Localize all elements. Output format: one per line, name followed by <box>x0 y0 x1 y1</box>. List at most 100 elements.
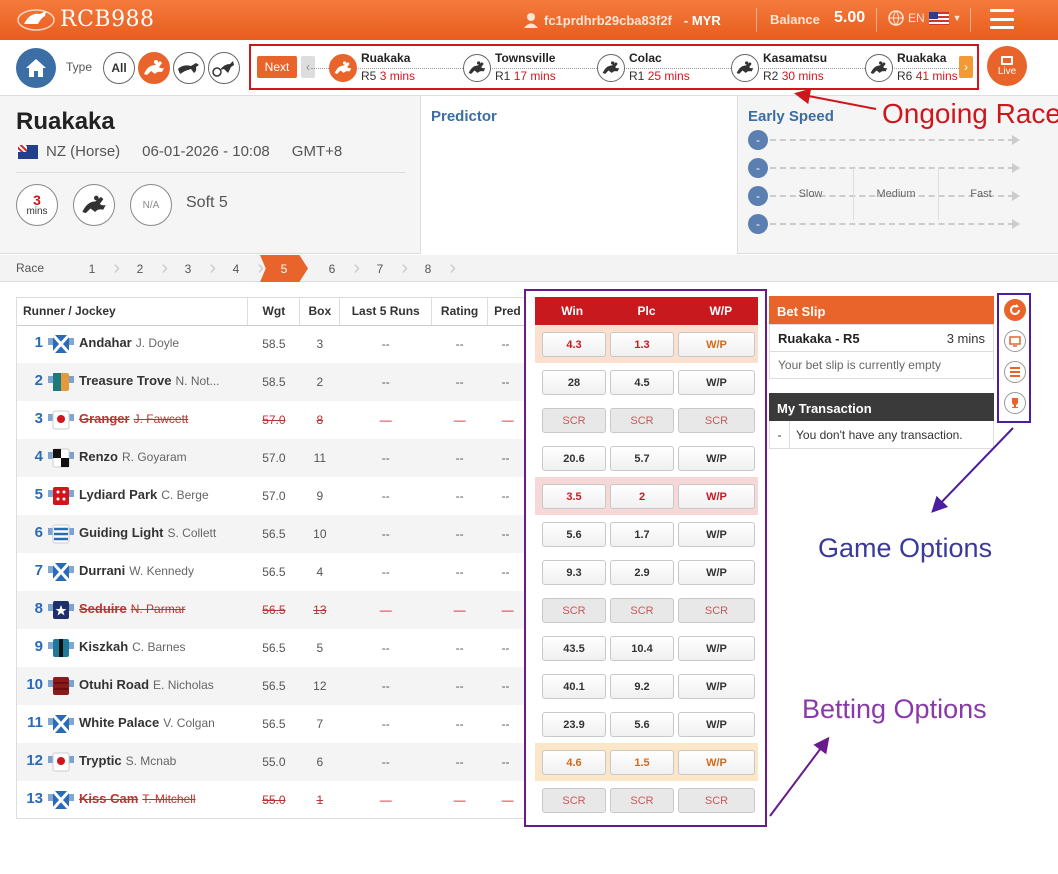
runner-rating: -- <box>455 565 464 579</box>
runner-name[interactable]: Guiding Light <box>79 525 163 540</box>
table-row[interactable]: 2 Treasure Trove N. Not... 58.5 2 -- -- -- <box>17 363 526 401</box>
home-button[interactable] <box>16 48 56 88</box>
win-place-button[interactable]: W/P <box>678 636 755 661</box>
win-odds-button[interactable]: 9.3 <box>542 560 606 585</box>
runner-name[interactable]: Renzo <box>79 449 118 464</box>
table-row[interactable]: 11 White Palace V. Colgan 56.5 7 -- -- -- <box>17 705 526 743</box>
ticker-race-item[interactable]: Kasamatsu R2 30 mins <box>731 48 865 88</box>
win-place-button[interactable]: W/P <box>678 446 755 471</box>
win-odds-button[interactable]: 23.9 <box>542 712 606 737</box>
ticker-prev-button[interactable]: ‹ <box>301 56 315 78</box>
win-place-button[interactable]: W/P <box>678 370 755 395</box>
col-pred-header[interactable]: Pred <box>487 298 526 326</box>
race-tab-8[interactable]: 8 › <box>404 255 456 282</box>
place-odds-button[interactable]: 5.7 <box>610 446 674 471</box>
place-odds-button[interactable]: 5.6 <box>610 712 674 737</box>
col-box-header[interactable]: Box <box>299 298 341 326</box>
runner-name[interactable]: Treasure Trove <box>79 373 172 388</box>
list-button[interactable] <box>1004 361 1026 383</box>
win-odds-button[interactable]: 3.5 <box>542 484 606 509</box>
win-place-button[interactable]: W/P <box>678 560 755 585</box>
win-odds-button[interactable]: 28 <box>542 370 606 395</box>
next-races-button[interactable]: Next <box>257 56 297 78</box>
win-odds-button[interactable]: 43.5 <box>542 636 606 661</box>
win-place-button[interactable]: W/P <box>678 484 755 509</box>
runner-name[interactable]: Seduire <box>79 601 127 616</box>
race-tab-4[interactable]: 4 › <box>212 255 264 282</box>
col-last5-header[interactable]: Last 5 Runs <box>339 298 433 326</box>
runner-name[interactable]: Granger <box>79 411 130 426</box>
win-place-button[interactable]: W/P <box>678 750 755 775</box>
bet-row: 20.6 5.7 W/P <box>535 439 758 477</box>
place-odds-button[interactable]: 2 <box>610 484 674 509</box>
race-tab-7[interactable]: 7 › <box>356 255 408 282</box>
live-button[interactable]: Live <box>987 46 1027 86</box>
win-place-button[interactable]: W/P <box>678 332 755 357</box>
ticker-next-button[interactable]: › <box>959 56 973 78</box>
win-odds-button[interactable]: 4.3 <box>542 332 606 357</box>
runner-name[interactable]: Durrani <box>79 563 125 578</box>
brand-logo[interactable]: RCB988 <box>16 6 155 32</box>
table-row[interactable]: 13 Kiss Cam T. Mitchell 55.0 1 — — — <box>17 781 526 818</box>
race-tab-6[interactable]: 6 › <box>308 255 360 282</box>
runner-last5: -- <box>381 337 390 352</box>
table-row[interactable]: 4 Renzo R. Goyaram 57.0 11 -- -- -- <box>17 439 526 477</box>
runner-name[interactable]: Otuhi Road <box>79 677 149 692</box>
language-selector[interactable]: EN ▼ <box>888 10 962 26</box>
col-runner-header[interactable]: Runner / Jockey <box>17 298 249 326</box>
ticker-race-item[interactable]: Townsville R1 17 mins <box>463 48 597 88</box>
win-odds-button[interactable]: 4.6 <box>542 750 606 775</box>
type-all-button[interactable]: All <box>103 52 135 84</box>
race-tab-5[interactable]: 5 <box>260 255 308 282</box>
place-odds-button[interactable]: 1.3 <box>610 332 674 357</box>
win-place-button[interactable]: W/P <box>678 712 755 737</box>
user-block[interactable]: fc1prdhrb29cba83f2f - MYR <box>524 0 721 40</box>
results-button[interactable] <box>1004 392 1026 414</box>
race-tab-1[interactable]: 1 › <box>68 255 120 282</box>
runner-pred: -- <box>501 489 510 503</box>
place-odds-button[interactable]: 1.7 <box>610 522 674 547</box>
table-row[interactable]: 10 Otuhi Road E. Nicholas 56.5 12 -- -- -- <box>17 667 526 705</box>
table-row[interactable]: 7 Durrani W. Kennedy 56.5 4 -- -- -- <box>17 553 526 591</box>
table-row[interactable]: 8 Seduire N. Parmar 56.5 13— — — <box>17 591 526 629</box>
runner-pred: -- <box>487 667 526 705</box>
runner-name[interactable]: Tryptic <box>79 753 122 768</box>
runner-name[interactable]: Kiss Cam <box>79 791 138 806</box>
runner-name[interactable]: White Palace <box>79 715 159 730</box>
win-odds-button[interactable]: 20.6 <box>542 446 606 471</box>
ticker-race-item[interactable]: Ruakaka R5 3 mins <box>329 48 463 88</box>
tv-button[interactable] <box>1004 330 1026 352</box>
win-place-button[interactable]: W/P <box>678 674 755 699</box>
table-row[interactable]: 9 Kiszkah C. Barnes 56.5 5 -- -- -- <box>17 629 526 667</box>
place-odds-button[interactable]: 2.9 <box>610 560 674 585</box>
race-tab-3[interactable]: 3 › <box>164 255 216 282</box>
race-tab-label: 8 <box>424 261 432 276</box>
type-horse-button[interactable] <box>138 52 170 84</box>
ticker-race-item[interactable]: Ruakaka R6 41 mins <box>865 48 999 88</box>
place-odds-button[interactable]: 9.2 <box>610 674 674 699</box>
menu-icon[interactable] <box>990 9 1014 29</box>
place-odds-button[interactable]: 1.5 <box>610 750 674 775</box>
win-odds-button[interactable]: 5.6 <box>542 522 606 547</box>
runner-rating: — <box>453 793 466 807</box>
table-row[interactable]: 3 Granger J. Fawcett 57.0 8 — — — <box>17 401 526 439</box>
ticker-race-item[interactable]: Colac R1 25 mins <box>597 48 731 88</box>
table-row[interactable]: 12 Tryptic S. Mcnab 55.0 6 -- -- -- <box>17 743 526 781</box>
col-rating-header[interactable]: Rating <box>431 298 489 326</box>
place-odds-button[interactable]: 4.5 <box>610 370 674 395</box>
place-odds-button[interactable]: 10.4 <box>610 636 674 661</box>
runner-name[interactable]: Lydiard Park <box>79 487 157 502</box>
win-place-button[interactable]: W/P <box>678 522 755 547</box>
table-row[interactable]: 1 Andahar J. Doyle 58.5 3 -- -- -- <box>17 325 526 363</box>
race-tab-2[interactable]: 2 › <box>116 255 168 282</box>
col-wgt-header[interactable]: Wgt <box>247 298 301 326</box>
refresh-button[interactable] <box>1004 299 1026 321</box>
type-greyhound-button[interactable] <box>173 52 205 84</box>
type-harness-button[interactable] <box>208 52 240 84</box>
table-row[interactable]: 6 Guiding Light S. Collett 56.5 10 -- -- -- <box>17 515 526 553</box>
runner-name[interactable]: Kiszkah <box>79 639 128 654</box>
table-row[interactable]: 5 Lydiard Park C. Berge 57.0 9 -- -- -- <box>17 477 526 515</box>
runner-rating: — <box>431 591 488 629</box>
runner-name[interactable]: Andahar <box>79 335 132 350</box>
win-odds-button[interactable]: 40.1 <box>542 674 606 699</box>
